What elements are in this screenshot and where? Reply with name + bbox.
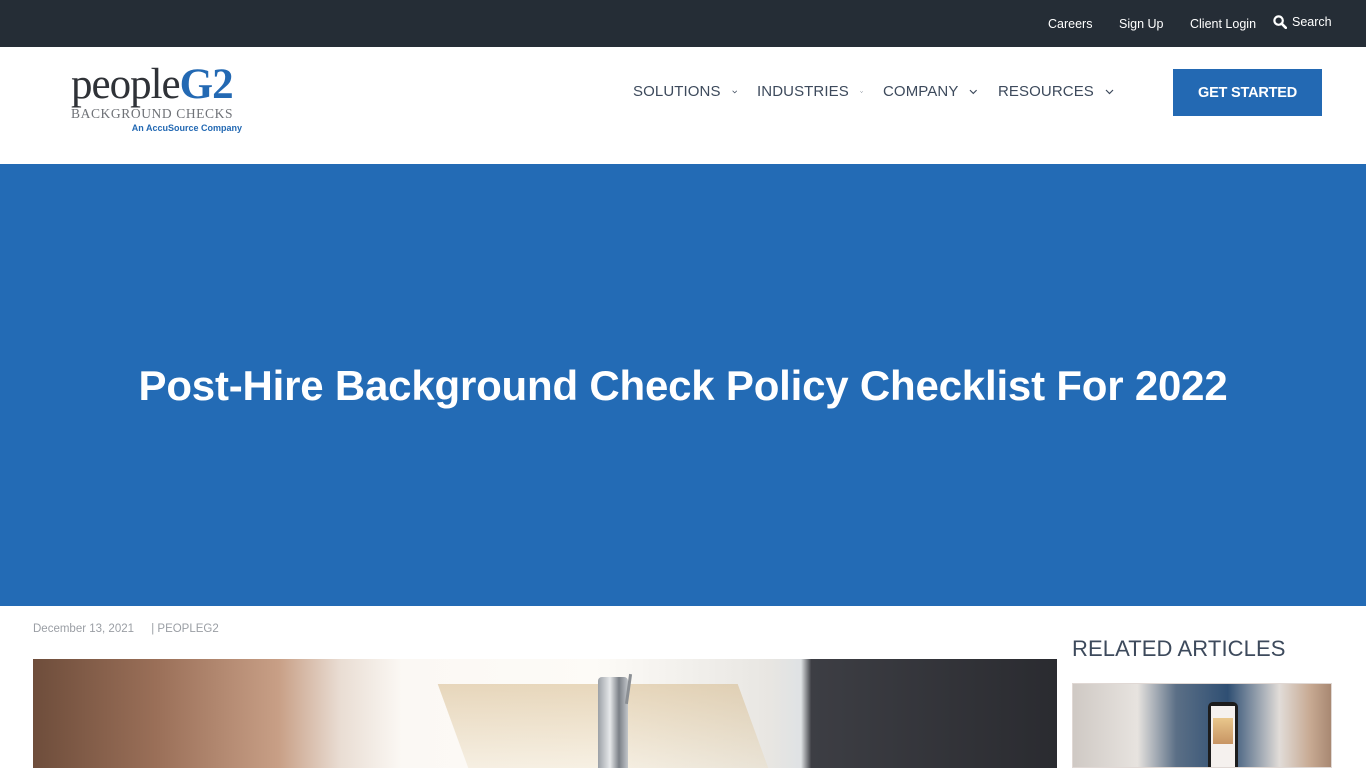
nav-resources[interactable]: RESOURCES (998, 83, 1114, 100)
search-icon (1273, 15, 1287, 29)
featured-image (33, 659, 1057, 768)
chevron-down-icon (1105, 89, 1114, 94)
sign-up-link[interactable]: Sign Up (1119, 17, 1163, 31)
nav-resources-label: RESOURCES (998, 83, 1094, 100)
careers-link[interactable]: Careers (1048, 17, 1092, 31)
logo-tagline: BACKGROUND CHECKS (71, 106, 234, 121)
utility-bar: Careers Sign Up Client Login Search (0, 0, 1366, 47)
get-started-button[interactable]: GET STARTED (1173, 69, 1322, 116)
nav-solutions-label: SOLUTIONS (633, 83, 721, 100)
nav-industries-label: INDUSTRIES (757, 83, 849, 100)
nav-industries[interactable]: INDUSTRIES (757, 83, 863, 100)
peopleg2-logo[interactable]: peopleG2 BACKGROUND CHECKS An AccuSource… (71, 63, 246, 137)
page-title: Post-Hire Background Check Policy Checkl… (138, 362, 1228, 409)
logo-company: An AccuSource Company (131, 123, 242, 133)
post-meta: December 13, 2021 | PEOPLEG2 (33, 623, 219, 635)
chevron-down-icon (860, 90, 863, 93)
logo-word-main: people (71, 61, 181, 108)
search-label: Search (1292, 15, 1332, 29)
image-glass-shape (598, 677, 628, 768)
nav-company-label: COMPANY (883, 83, 959, 100)
main-nav: SOLUTIONS INDUSTRIES COMPANY RESOURCES (633, 83, 1134, 100)
search-link[interactable]: Search (1273, 15, 1332, 29)
chevron-down-icon (969, 89, 978, 94)
hero-banner: Post-Hire Background Check Policy Checkl… (0, 164, 1366, 606)
image-profile-photo (1213, 718, 1233, 744)
related-articles-heading: RELATED ARTICLES (1072, 636, 1286, 661)
nav-company[interactable]: COMPANY (883, 83, 978, 100)
related-article-thumbnail[interactable] (1072, 683, 1332, 768)
post-date: December 13, 2021 (33, 623, 135, 635)
post-author: | PEOPLEG2 (151, 623, 219, 635)
logo-word-accent: G2 (179, 61, 234, 108)
logo-wordmark: peopleG2 (71, 63, 246, 106)
client-login-link[interactable]: Client Login (1190, 17, 1256, 31)
chevron-down-icon (731, 90, 737, 93)
site-header: peopleG2 BACKGROUND CHECKS An AccuSource… (0, 47, 1366, 164)
nav-solutions[interactable]: SOLUTIONS (633, 83, 737, 100)
